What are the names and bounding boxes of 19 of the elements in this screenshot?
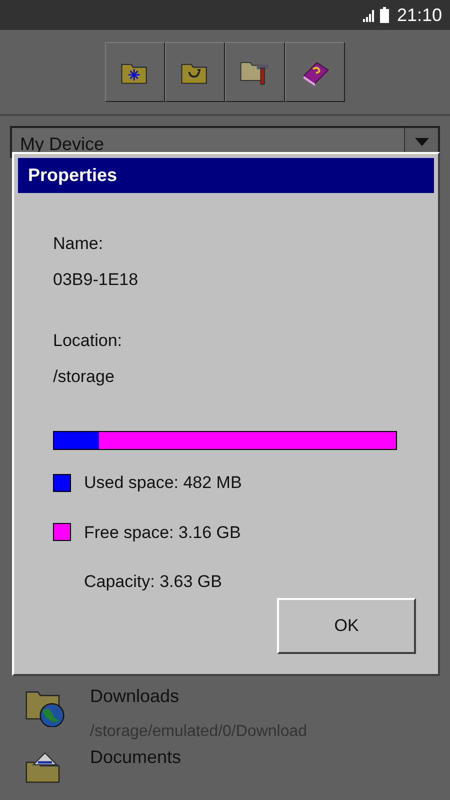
toolbar-button[interactable] [105,42,165,102]
ok-button[interactable]: OK [277,598,416,654]
signal-icon [362,8,376,22]
legend-label: Used space: 482 MB [84,472,242,494]
field-value: 03B9-1E18 [53,268,140,290]
toolbar-button[interactable] [285,42,345,102]
folder-list-item[interactable]: Documents [0,744,450,800]
toolbar-button[interactable] [165,42,225,102]
field-value: /storage [53,366,116,388]
dialog-title: Properties [18,158,434,193]
field-label: Location: [53,330,123,352]
capacity-text: Capacity: 3.63 GB [84,571,223,593]
legend-label: Free space: 3.16 GB [84,522,241,544]
field-label: Name: [53,233,104,255]
toolbar-button[interactable] [225,42,285,102]
clock: 21:10 [396,4,442,26]
folder-title: Documents [90,746,182,769]
folder-title: Downloads [90,685,180,708]
battery-icon [380,7,389,23]
